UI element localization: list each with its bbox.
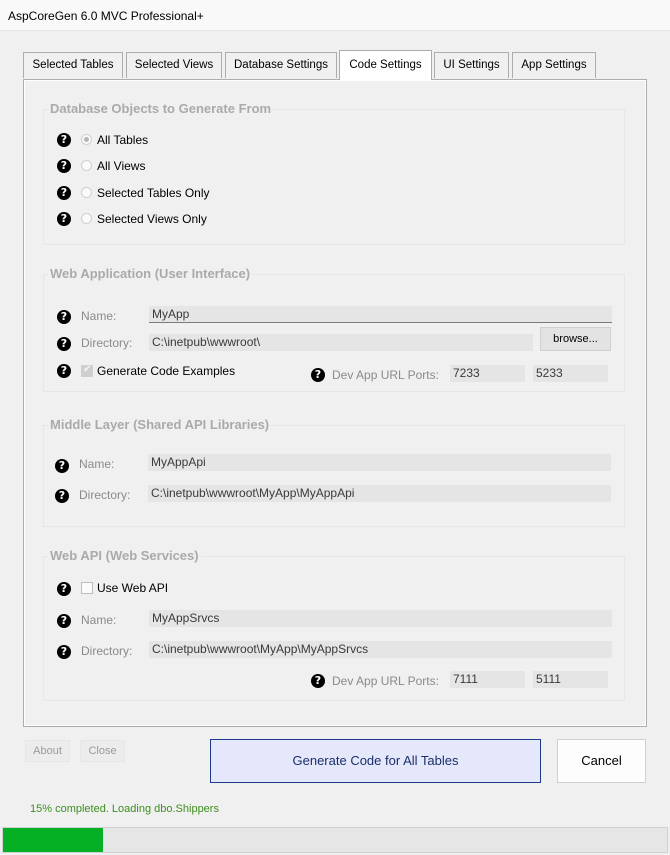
title-bar: AspCoreGen 6.0 MVC Professional+: [0, 0, 670, 31]
help-icon[interactable]: ?: [57, 645, 71, 659]
middle-name-label: Name:: [79, 457, 115, 471]
progress-bar: [2, 827, 668, 853]
group-web-api: Web API (Web Services) ? Use Web API ? N…: [43, 548, 625, 701]
web-api-dir-label: Directory:: [81, 644, 133, 658]
web-app-port2-input[interactable]: 5233: [533, 365, 608, 382]
help-icon[interactable]: ?: [57, 212, 71, 226]
middle-dir-input[interactable]: C:\inetpub\wwwroot\MyApp\MyAppApi: [148, 485, 611, 502]
browse-button[interactable]: browse...: [540, 327, 611, 351]
help-icon[interactable]: ?: [57, 337, 71, 351]
tab-app-settings[interactable]: App Settings: [512, 52, 596, 78]
progress-bar-fill: [3, 828, 103, 852]
web-api-port2-input[interactable]: 5111: [533, 671, 608, 688]
generate-code-button[interactable]: Generate Code for All Tables: [210, 739, 541, 783]
radio-selected-views-label[interactable]: Selected Views Only: [97, 212, 207, 226]
cancel-button[interactable]: Cancel: [557, 739, 646, 783]
web-api-ports-label: Dev App URL Ports:: [332, 674, 439, 688]
group-db-objects-title: Database Objects to Generate From: [48, 101, 274, 116]
help-icon[interactable]: ?: [57, 159, 71, 173]
middle-dir-label: Directory:: [79, 488, 131, 502]
middle-name-input[interactable]: MyAppApi: [148, 454, 611, 471]
use-web-api-label[interactable]: Use Web API: [97, 581, 168, 595]
radio-all-views-label[interactable]: All Views: [97, 159, 145, 173]
tab-selected-views[interactable]: Selected Views: [126, 52, 222, 78]
web-app-dir-label: Directory:: [81, 336, 133, 350]
web-api-name-label: Name:: [81, 613, 117, 627]
tab-selected-tables[interactable]: Selected Tables: [23, 52, 123, 78]
radio-all-tables[interactable]: [81, 134, 92, 145]
help-icon[interactable]: ?: [57, 364, 71, 378]
group-db-objects: Database Objects to Generate From ? All …: [43, 101, 625, 245]
web-api-port1-input[interactable]: 7111: [450, 671, 525, 688]
radio-selected-tables[interactable]: [81, 187, 92, 198]
help-icon[interactable]: ?: [57, 310, 71, 324]
window-title: AspCoreGen 6.0 MVC Professional+: [8, 9, 204, 23]
help-icon[interactable]: ?: [311, 368, 325, 382]
web-api-name-input[interactable]: MyAppSrvcs: [149, 610, 612, 627]
tab-database-settings[interactable]: Database Settings: [225, 52, 337, 78]
web-app-ports-label: Dev App URL Ports:: [332, 368, 439, 382]
web-app-name-label: Name:: [81, 309, 117, 323]
use-web-api-checkbox[interactable]: [81, 582, 93, 594]
tab-page-code-settings: Database Objects to Generate From ? All …: [23, 79, 647, 727]
radio-selected-views[interactable]: [81, 213, 92, 224]
tab-ui-settings[interactable]: UI Settings: [434, 52, 509, 78]
web-app-name-input[interactable]: MyApp: [149, 306, 612, 323]
help-icon[interactable]: ?: [57, 133, 71, 147]
generate-examples-label[interactable]: Generate Code Examples: [97, 364, 235, 378]
radio-selected-tables-label[interactable]: Selected Tables Only: [97, 186, 210, 200]
web-api-dir-input[interactable]: C:\inetpub\wwwroot\MyApp\MyAppSrvcs: [149, 641, 612, 658]
status-text: 15% completed. Loading dbo.Shippers: [30, 803, 219, 815]
group-web-app: Web Application (User Interface) ? Name:…: [43, 266, 625, 392]
group-web-app-title: Web Application (User Interface): [48, 266, 253, 281]
help-icon[interactable]: ?: [57, 614, 71, 628]
group-web-api-title: Web API (Web Services): [48, 548, 201, 563]
generate-examples-checkbox[interactable]: [81, 364, 93, 377]
radio-all-views[interactable]: [81, 160, 92, 171]
web-app-dir-input[interactable]: C:\inetpub\wwwroot\: [149, 334, 533, 351]
group-middle-layer: Middle Layer (Shared API Libraries) ? Na…: [43, 417, 625, 527]
tab-code-settings[interactable]: Code Settings: [339, 50, 432, 80]
close-button[interactable]: Close: [80, 740, 125, 762]
help-icon[interactable]: ?: [57, 186, 71, 200]
help-icon[interactable]: ?: [57, 582, 71, 596]
help-icon[interactable]: ?: [55, 489, 69, 503]
tab-page-body: Database Objects to Generate From ? All …: [25, 81, 645, 725]
help-icon[interactable]: ?: [55, 459, 69, 473]
web-app-port1-input[interactable]: 7233: [450, 365, 525, 382]
group-middle-title: Middle Layer (Shared API Libraries): [48, 417, 272, 432]
help-icon[interactable]: ?: [311, 674, 325, 688]
about-button[interactable]: About: [25, 740, 70, 762]
radio-all-tables-label[interactable]: All Tables: [97, 133, 148, 147]
